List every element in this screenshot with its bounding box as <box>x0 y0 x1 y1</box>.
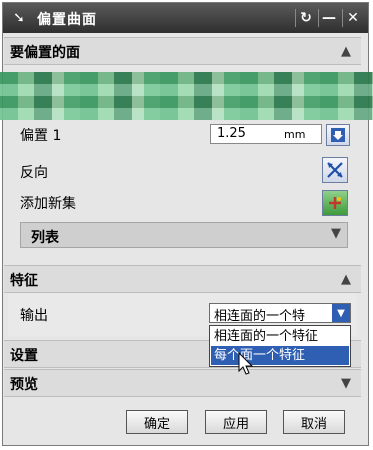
offset-label: 偏置 1 <box>20 128 62 144</box>
section-faces-label: 要偏置的面 <box>10 45 80 61</box>
minimize-button[interactable]: — <box>318 9 339 27</box>
offset-value-field[interactable]: 1.25 mm <box>210 124 322 144</box>
output-selected-value: 相连面的一个特 <box>214 309 306 324</box>
add-set-icon <box>329 197 341 209</box>
dropdown-arrow-icon[interactable]: ▼ <box>332 304 350 322</box>
obscured-region-overlay <box>0 72 373 120</box>
mouse-cursor-icon <box>238 352 254 375</box>
close-button[interactable]: ✕ <box>342 9 363 27</box>
section-faces-header[interactable]: 要偏置的面 ▲ <box>4 37 361 65</box>
chevron-down-icon[interactable]: ▼ <box>331 226 341 241</box>
dialog-title: 偏置曲面 <box>37 12 97 28</box>
output-option-connected[interactable]: 相连面的一个特征 <box>211 327 349 346</box>
offset-menu-button[interactable] <box>326 124 350 146</box>
ok-button[interactable]: 确定 <box>126 410 188 434</box>
reverse-label: 反向 <box>20 165 48 181</box>
list-header[interactable]: 列表 ▼ <box>20 222 348 248</box>
apply-button[interactable]: 应用 <box>205 410 267 434</box>
reverse-button[interactable] <box>322 157 348 183</box>
arrow-cursor-icon: ➘ <box>13 10 25 26</box>
arrow-down-icon <box>331 128 345 142</box>
output-option-each-face[interactable]: 每个面一个特征 <box>211 346 349 365</box>
add-set-label: 添加新集 <box>20 196 76 212</box>
output-label: 输出 <box>20 308 48 324</box>
chevron-down-icon[interactable]: ▼ <box>336 373 356 393</box>
cancel-button[interactable]: 取消 <box>283 410 345 434</box>
section-preview-header[interactable]: 预览 ▼ <box>4 369 361 397</box>
chevron-up-icon[interactable]: ▲ <box>336 269 356 289</box>
section-features-header[interactable]: 特征 ▲ <box>4 265 361 293</box>
section-preview-label: 预览 <box>10 377 38 393</box>
chevron-up-icon[interactable]: ▲ <box>336 41 356 61</box>
offset-unit: mm <box>284 128 306 141</box>
section-features-label: 特征 <box>10 273 38 289</box>
output-dropdown-list: 相连面的一个特征 每个面一个特征 <box>209 325 351 367</box>
offset-value: 1.25 <box>217 126 246 141</box>
list-label: 列表 <box>31 230 59 246</box>
add-set-button[interactable] <box>322 190 348 216</box>
reset-button[interactable]: ↻ <box>295 9 316 27</box>
title-bar[interactable]: ➘ 偏置曲面 ↻ — ✕ <box>3 3 368 33</box>
flip-arrows-icon <box>327 162 343 178</box>
output-select[interactable]: 相连面的一个特 ▼ <box>209 303 351 324</box>
section-settings-label: 设置 <box>10 348 38 364</box>
